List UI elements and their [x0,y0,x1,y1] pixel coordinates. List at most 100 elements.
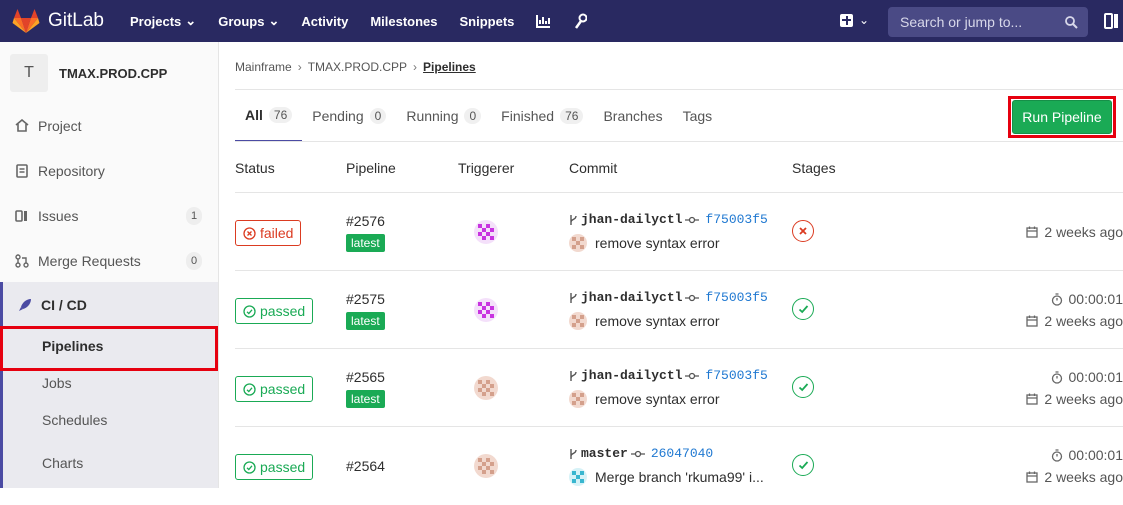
tab-label: Finished [501,108,554,124]
gitlab-logo-icon [12,8,40,34]
nav-snippets[interactable]: Snippets [460,14,515,29]
triggerer-avatar[interactable] [474,454,498,478]
sidebar-item-ci-cd[interactable]: CI / CD [0,282,218,327]
commit-message[interactable]: Merge branch 'rkuma99' i... [569,468,764,486]
tab-label: Branches [603,108,662,124]
tab-label: Running [406,108,458,124]
duration-text: 00:00:01 [1069,291,1123,307]
status-label: passed [260,459,305,475]
nav-projects-label: Projects [130,14,181,29]
stage-passed-icon[interactable] [792,454,814,476]
status-label: passed [260,303,305,319]
breadcrumb-item[interactable]: Mainframe [235,60,292,74]
commit-author-avatar [569,234,587,252]
tab-finished[interactable]: Finished76 [491,90,593,142]
commit-icon [685,372,699,380]
nav-milestones[interactable]: Milestones [370,14,437,29]
sidebar-subitem-pipelines[interactable]: Pipelines [0,327,218,364]
commit-sha-link[interactable]: f75003f5 [705,290,767,305]
commit-message[interactable]: remove syntax error [569,312,719,330]
pipeline-id-link[interactable]: #2575 [346,291,385,307]
commit-sha-link[interactable]: f75003f5 [705,212,767,227]
status-badge[interactable]: passed [235,376,313,402]
gitlab-brand[interactable]: GitLab [12,8,104,34]
sidebar-item-label: Merge Requests [38,253,141,269]
latest-badge: latest [346,234,385,252]
project-header[interactable]: T TMAX.PROD.CPP [0,42,218,104]
finished-at-text: 2 weeks ago [1044,313,1123,329]
commit-sha-link[interactable]: f75003f5 [705,368,767,383]
finished-at: 2 weeks ago [1026,391,1123,407]
duration: 00:00:01 [1051,369,1123,385]
calendar-icon [1026,393,1038,405]
search-box[interactable] [888,7,1088,37]
new-dropdown-button[interactable]: ⌄ [840,13,869,27]
branch-icon [569,214,578,226]
stage-passed-icon[interactable] [792,376,814,398]
tab-all[interactable]: All76 [235,90,302,142]
sidebar-item-issues[interactable]: Issues 1 [0,193,218,238]
stage-passed-icon[interactable] [792,298,814,320]
search-input[interactable] [898,13,1058,31]
brand-name: GitLab [48,10,104,32]
branch-icon [569,370,578,382]
sidebar-item-repository[interactable]: Repository [0,148,218,193]
sidebar-subitem-jobs[interactable]: Jobs [0,364,218,401]
todo-icon[interactable] [1104,13,1120,32]
branch-name-link[interactable]: jhan-dailyctl [581,212,682,227]
sidebar-subitem-schedules[interactable]: Schedules [0,401,218,438]
tab-pending[interactable]: Pending0 [302,90,396,142]
triggerer-avatar[interactable] [474,298,498,322]
commit-icon [685,216,699,224]
latest-badge: latest [346,312,385,330]
commit-sha-link[interactable]: 26047040 [651,446,713,461]
pipeline-id-link[interactable]: #2565 [346,369,385,385]
sidebar-item-label: CI / CD [41,297,87,313]
table-row: passed #2575 latest jhan-dailyctl f75003… [235,271,1123,349]
nav-groups-label: Groups [218,14,264,29]
triggerer-avatar[interactable] [474,220,498,244]
finished-at: 2 weeks ago [1026,313,1123,329]
chevron-down-icon: ⌄ [185,13,196,29]
breadcrumb-current[interactable]: Pipelines [423,60,476,74]
tab-count-badge: 0 [370,108,387,124]
status-badge[interactable]: failed [235,220,301,246]
commit-icon [631,450,645,458]
wrench-icon[interactable] [573,13,587,29]
pipeline-id-link[interactable]: #2576 [346,213,385,229]
tab-tags[interactable]: Tags [673,90,723,142]
sidebar-item-merge-requests[interactable]: Merge Requests 0 [0,238,218,283]
chart-icon[interactable] [536,14,551,28]
commit-message-text: remove syntax error [595,235,719,251]
triggerer-avatar[interactable] [474,376,498,400]
branch-name-link[interactable]: jhan-dailyctl [581,368,682,383]
nav-projects[interactable]: Projects ⌄ [130,13,196,29]
commit-message[interactable]: remove syntax error [569,390,719,408]
tab-branches[interactable]: Branches [593,90,672,142]
status-badge[interactable]: passed [235,454,313,480]
branch-icon [569,448,578,460]
status-badge[interactable]: passed [235,298,313,324]
pipeline-id-link[interactable]: #2564 [346,458,385,474]
tab-running[interactable]: Running0 [396,90,491,142]
status-label: passed [260,381,305,397]
commit-author-avatar [569,468,587,486]
breadcrumb-item[interactable]: TMAX.PROD.CPP [308,60,407,74]
commit-ref: jhan-dailyctl f75003f5 [569,290,768,305]
commit-ref: jhan-dailyctl f75003f5 [569,368,768,383]
run-pipeline-button[interactable]: Run Pipeline [1012,100,1112,134]
commit-message[interactable]: remove syntax error [569,234,719,252]
column-header-triggerer: Triggerer [458,160,514,176]
nav-activity[interactable]: Activity [301,14,348,29]
commit-message-text: remove syntax error [595,391,719,407]
passed-status-icon [243,383,256,396]
branch-name-link[interactable]: master [581,446,628,461]
column-header-stages: Stages [792,160,836,176]
project-name: TMAX.PROD.CPP [59,66,167,81]
branch-name-link[interactable]: jhan-dailyctl [581,290,682,305]
sidebar-subitem-charts[interactable]: Charts [0,438,218,488]
stage-failed-icon[interactable] [792,220,814,242]
timer-icon [1051,371,1063,384]
sidebar-item-project[interactable]: Project [0,103,218,148]
nav-groups[interactable]: Groups⌄ [218,13,279,29]
